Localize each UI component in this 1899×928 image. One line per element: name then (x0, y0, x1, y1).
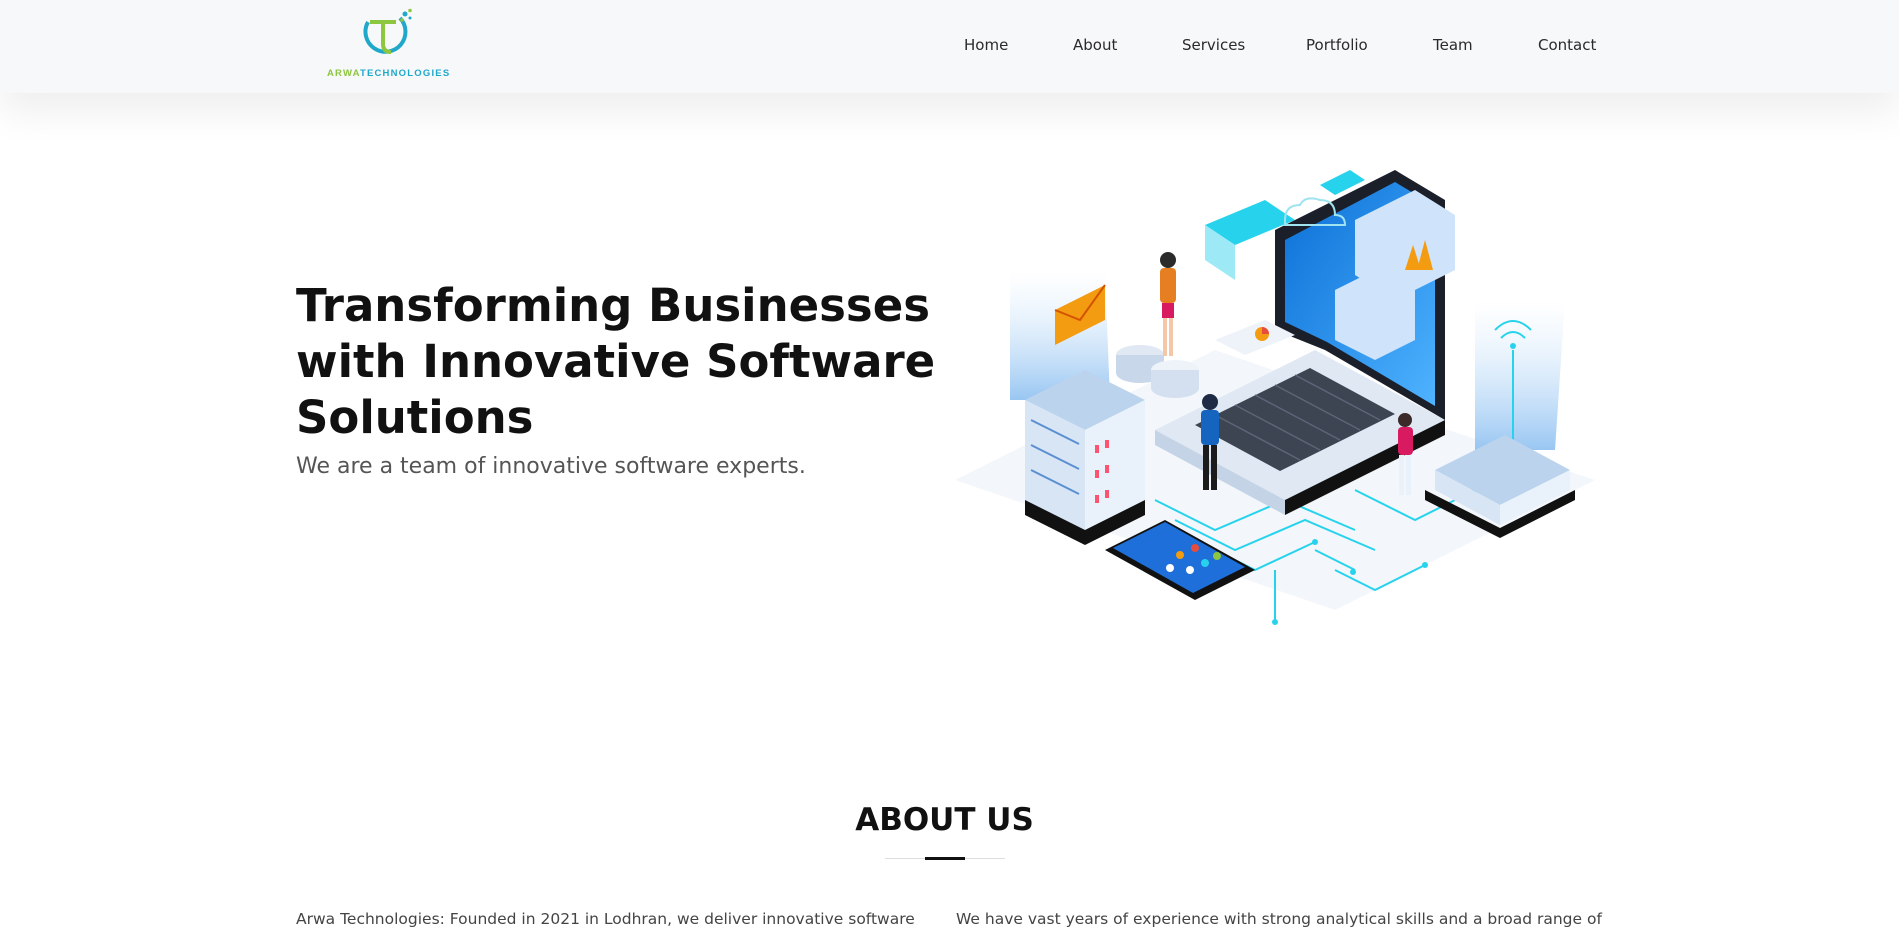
hero-title-line: with Innovative Software (296, 335, 936, 388)
person-figure (1160, 252, 1176, 356)
nav-services[interactable]: Services (1182, 36, 1245, 54)
hero-subtitle: We are a team of innovative software exp… (296, 454, 806, 479)
hero-title-line: Solutions (296, 391, 534, 444)
hero-title-line: Transforming Businesses (296, 279, 931, 332)
nav-about[interactable]: About (1073, 36, 1117, 54)
about-divider-accent (925, 857, 965, 860)
about-title: ABOUT US (855, 802, 1034, 838)
logo-suffix: TECHNOLOGIES (359, 68, 451, 79)
nav-team[interactable]: Team (1433, 36, 1473, 54)
nav-portfolio[interactable]: Portfolio (1306, 36, 1368, 54)
isometric-laptop-servers-illustration (955, 170, 1595, 625)
site-header: ARWATECHNOLOGIES Home About Services Por… (0, 0, 1899, 93)
hero-title: Transforming Businesses with Innovative … (296, 278, 936, 446)
nav-home[interactable]: Home (964, 36, 1008, 54)
arwa-logo-icon (363, 8, 412, 54)
logo[interactable]: ARWATECHNOLOGIES (322, 8, 452, 80)
logo-text: ARWATECHNOLOGIES (327, 68, 450, 79)
logo-prefix: ARWA (327, 68, 360, 79)
nav-contact[interactable]: Contact (1538, 36, 1596, 54)
hero-illustration (955, 170, 1595, 630)
about-text-left: Arwa Technologies: Founded in 2021 in Lo… (296, 910, 915, 928)
about-text-right: We have vast years of experience with st… (956, 910, 1602, 928)
